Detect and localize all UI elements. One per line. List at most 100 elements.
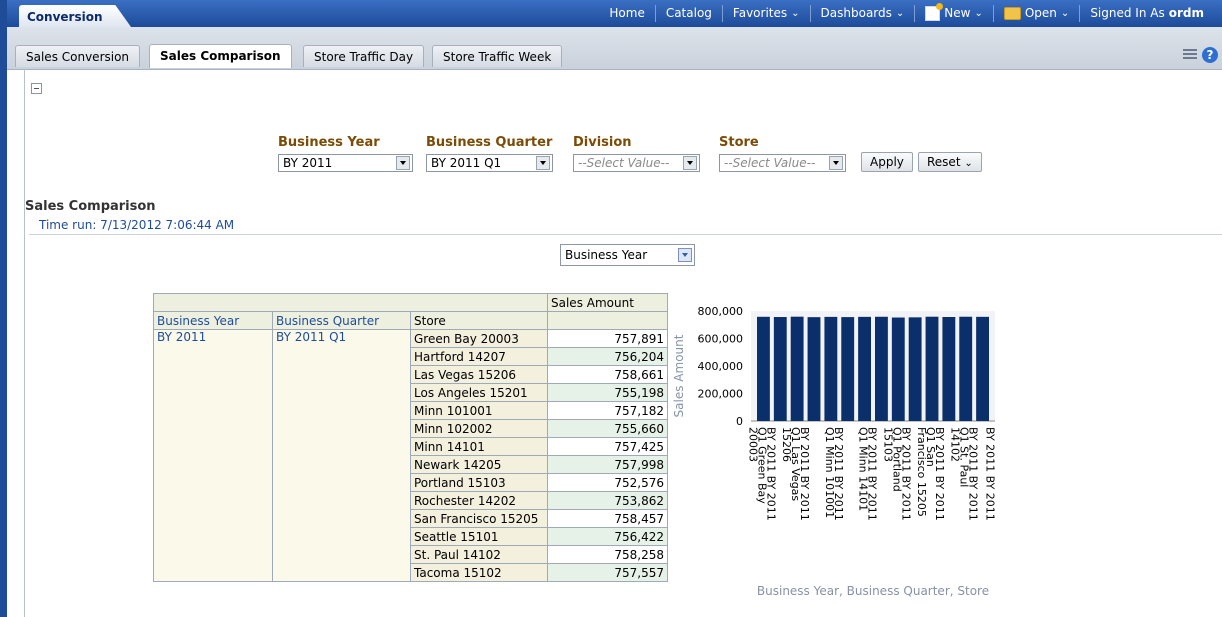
signed-in-prefix: Signed In As	[1090, 6, 1165, 20]
prompt-division: Division --Select Value--	[573, 135, 700, 172]
division-select[interactable]: --Select Value--	[573, 154, 700, 172]
apply-button[interactable]: Apply	[861, 152, 913, 172]
nav-home-link[interactable]: Home	[599, 5, 654, 22]
chevron-down-icon: ⌄	[964, 158, 973, 169]
sales-amount-cell: 757,891	[547, 329, 668, 348]
sales-bar-chart: 0 200,000 400,000 600,000 800,000 Sales Amoun…	[672, 305, 997, 598]
x-tick-label: 14102	[949, 427, 962, 462]
tab-label: Store Traffic Week	[443, 50, 552, 64]
x-tick-label: 15103	[881, 427, 894, 462]
dropdown-arrow-icon[interactable]	[829, 156, 843, 170]
bar	[959, 316, 973, 421]
y-tick-label: 600,000	[698, 333, 744, 346]
table-row: BY 2011 BY 2011 Q1 Green Bay 20003 757,891	[153, 329, 668, 582]
tab-label: Sales Conversion	[26, 50, 130, 64]
store-cell: Hartford 14207	[410, 347, 548, 366]
global-nav: Home Catalog Favorites ⌄ Dashboards ⌄ New ⌄…	[599, 0, 1214, 27]
store-cell: Seattle 15101	[410, 527, 548, 546]
nav-new-menu[interactable]: New ⌄	[914, 3, 993, 22]
nav-home-label: Home	[609, 6, 645, 20]
divider	[29, 234, 1222, 235]
bar	[925, 316, 939, 421]
store-cell: Tacoma 15102	[410, 563, 548, 582]
chevron-down-icon: ⌄	[974, 8, 983, 19]
time-run: Time run: 7/13/2012 7:06:44 AM	[39, 218, 235, 232]
report-title: Sales Comparison	[25, 199, 156, 214]
x-axis-label: Business Year, Business Quarter, Store	[757, 584, 989, 598]
store-cell: Rochester 14202	[410, 491, 548, 510]
column-header-business-year[interactable]: Business Year	[153, 311, 273, 330]
dashboard-content: Business Year BY 2011 Business Quarter B…	[24, 69, 1222, 617]
dropdown-arrow-icon[interactable]	[536, 156, 550, 170]
sales-amount-cell: 756,422	[547, 527, 668, 546]
signed-in-user[interactable]: Signed In As ordm	[1079, 5, 1214, 22]
view-selector: Business Year	[560, 244, 695, 266]
business-quarter-cell[interactable]: BY 2011 Q1	[272, 329, 411, 582]
business-year-cell[interactable]: BY 2011	[153, 329, 273, 582]
select-value: --Select Value--	[724, 156, 816, 170]
y-tick-label: 0	[736, 415, 743, 428]
x-tick-label: 15206	[780, 427, 793, 462]
nav-catalog-link[interactable]: Catalog	[654, 5, 722, 22]
nav-open-menu[interactable]: Open ⌄	[992, 5, 1079, 22]
store-cell: Minn 101001	[410, 401, 548, 420]
plot-area	[751, 311, 995, 421]
reset-label: Reset	[927, 155, 961, 169]
business-year-select[interactable]: BY 2011	[278, 154, 413, 172]
sales-amount-cell: 758,457	[547, 509, 668, 528]
sales-amount-cell: 757,557	[547, 563, 668, 582]
bar	[875, 316, 888, 421]
bar	[942, 316, 956, 421]
business-quarter-select[interactable]: BY 2011 Q1	[426, 154, 553, 172]
tab-label: Store Traffic Day	[314, 50, 414, 64]
store-cell: St. Paul 14102	[410, 545, 548, 564]
left-accent-bar	[0, 0, 7, 617]
tab-sales-conversion[interactable]: Sales Conversion	[15, 45, 141, 67]
dashboard-title-tab[interactable]: Conversion	[19, 5, 131, 27]
tab-store-traffic-day[interactable]: Store Traffic Day	[303, 45, 425, 67]
y-axis-label: Sales Amount	[672, 334, 686, 417]
y-tick-label: 800,000	[698, 305, 744, 318]
dropdown-arrow-icon[interactable]	[678, 248, 692, 262]
sales-amount-cell: 752,576	[547, 473, 668, 492]
store-cell: San Francisco 15205	[410, 509, 548, 528]
reset-button[interactable]: Reset ⌄	[918, 152, 982, 172]
store-cell: Portland 15103	[410, 473, 548, 492]
chevron-down-icon: ⌄	[895, 8, 905, 19]
select-value: Business Year	[565, 248, 648, 262]
store-cell: Minn 14101	[410, 437, 548, 456]
folder-icon	[1003, 7, 1021, 20]
y-tick-label: 400,000	[698, 360, 744, 373]
nav-favorites-menu[interactable]: Favorites ⌄	[721, 5, 810, 22]
prompt-business-year: Business Year BY 2011	[278, 135, 413, 172]
help-icon[interactable]: ?	[1202, 47, 1218, 63]
sales-amount-cell: 757,182	[547, 401, 668, 420]
store-cell: Los Angeles 15201	[410, 383, 548, 402]
measure-header: Sales Amount	[547, 293, 668, 312]
bar	[773, 317, 787, 421]
page-tools: ?	[1183, 47, 1218, 63]
collapse-section-icon[interactable]	[31, 83, 42, 94]
x-tick-label: BY 2011 BY 2011	[984, 427, 997, 521]
bar	[757, 316, 770, 421]
nav-favorites-label: Favorites	[732, 6, 788, 20]
header-spacer	[153, 293, 548, 312]
page-options-icon[interactable]	[1183, 49, 1197, 61]
select-value: BY 2011 Q1	[431, 156, 502, 170]
prompt-store: Store --Select Value--	[719, 135, 846, 172]
prompt-label: Business Year	[278, 135, 380, 150]
tab-sales-comparison[interactable]: Sales Comparison	[149, 44, 292, 68]
tab-store-traffic-week[interactable]: Store Traffic Week	[432, 45, 563, 67]
nav-dashboards-menu[interactable]: Dashboards ⌄	[809, 5, 915, 22]
view-selector-select[interactable]: Business Year	[560, 244, 695, 266]
dropdown-arrow-icon[interactable]	[683, 156, 697, 170]
dropdown-arrow-icon[interactable]	[396, 156, 410, 170]
column-header-business-quarter[interactable]: Business Quarter	[272, 311, 411, 330]
nav-catalog-label: Catalog	[665, 6, 712, 20]
nav-new-label: New	[944, 6, 971, 20]
bar	[908, 317, 922, 421]
store-cell: Newark 14205	[410, 455, 548, 474]
store-select[interactable]: --Select Value--	[719, 154, 846, 172]
store-cell: Green Bay 20003	[410, 329, 548, 348]
bar	[790, 316, 804, 421]
